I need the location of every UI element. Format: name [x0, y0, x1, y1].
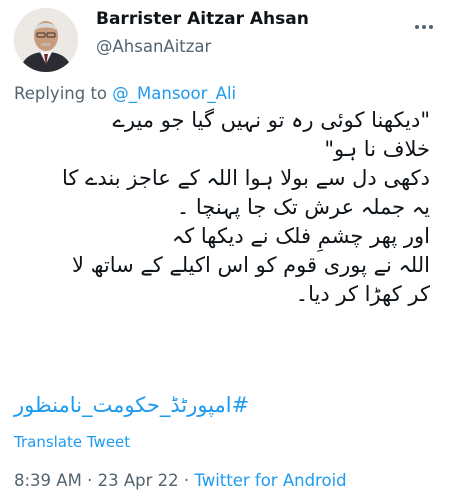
replying-to: Replying to @_Mansoor_Ali	[14, 84, 236, 103]
reply-mention-link[interactable]: @_Mansoor_Ali	[112, 84, 236, 103]
avatar-image	[14, 8, 78, 72]
meta-separator: ·	[81, 471, 98, 490]
tweet-line: اور پھر چشمِ فلک نے دیکھا کہ	[171, 224, 430, 248]
tweet-line: اللہ نے پوری قوم کو اس اکیلے کے ساتھ لا	[71, 253, 430, 277]
tweet-line: دکھی دل سے بولا ہوا اللہ کے عاجز بندے کا	[62, 166, 430, 190]
tweet-line: یہ جملہ عرش تک جا پہنچا ۔	[176, 195, 430, 219]
tweet-text: "دیکھنا کوئی رہ تو نہیں گیا جو میرے خلاف…	[12, 106, 430, 309]
hashtag-link[interactable]: #امپورٹڈ_حکومت_نامنظور	[14, 393, 284, 417]
avatar[interactable]	[14, 8, 78, 72]
tweet-metadata: 8:39 AM · 23 Apr 22 · Twitter for Androi…	[14, 471, 347, 490]
tweet-line: کر کھڑا کر دیا۔	[295, 282, 430, 306]
tweet-line: خلاف نا ہو"	[324, 137, 430, 161]
replying-to-label: Replying to	[14, 84, 108, 103]
tweet-time[interactable]: 8:39 AM	[14, 471, 82, 490]
tweet-line: "دیکھنا کوئی رہ تو نہیں گیا جو میرے	[112, 108, 430, 132]
tweet-source-app[interactable]: Twitter for Android	[194, 471, 346, 490]
tweet-header: Barrister Aitzar Ahsan @AhsanAitzar	[0, 0, 450, 80]
translate-tweet-link[interactable]: Translate Tweet	[14, 433, 130, 451]
tweet-date[interactable]: 23 Apr 22	[98, 471, 179, 490]
meta-separator: ·	[178, 471, 195, 490]
author-handle[interactable]: @AhsanAitzar	[96, 37, 211, 56]
more-options-icon[interactable]	[412, 15, 436, 39]
author-name[interactable]: Barrister Aitzar Ahsan	[96, 9, 309, 29]
